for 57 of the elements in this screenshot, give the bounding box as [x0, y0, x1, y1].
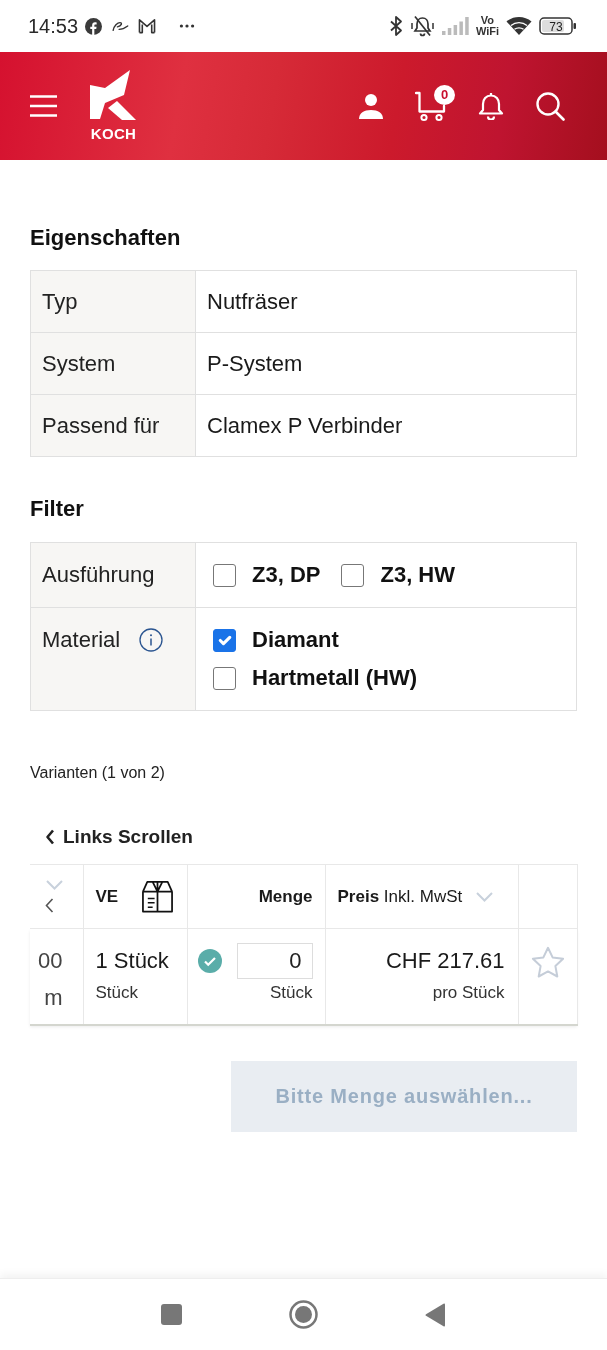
option-label[interactable]: Z3, DP: [252, 562, 321, 588]
star-icon[interactable]: [530, 946, 565, 980]
status-time: 14:53: [28, 14, 79, 39]
bell-icon[interactable]: [478, 92, 504, 120]
price-text: CHF 217.61: [384, 948, 505, 974]
info-icon[interactable]: [139, 628, 164, 652]
filter-label: Material: [42, 627, 121, 653]
property-value: P-System: [195, 332, 577, 395]
logo-text[interactable]: KOCH: [90, 126, 137, 142]
unit-note: Stück: [95, 983, 140, 1003]
user-icon[interactable]: [359, 93, 383, 119]
cart-count-badge: 0: [434, 84, 455, 105]
battery-indicator: 73: [539, 17, 577, 35]
section-title: Filter: [30, 496, 85, 522]
unit-text: 1 Stück: [95, 948, 170, 974]
home-circle-icon[interactable]: [289, 1300, 318, 1329]
property-label: Passend für: [30, 394, 196, 457]
variants-count: Varianten (1 von 2): [30, 763, 166, 783]
property-label: System: [30, 332, 196, 395]
box-icon: [139, 880, 175, 913]
option-label[interactable]: Diamant: [252, 627, 339, 653]
cart-icon[interactable]: [415, 90, 446, 122]
checkbox[interactable]: [341, 563, 365, 587]
property-value: Nutfräser: [195, 270, 577, 333]
table-cell-text: 00: [38, 948, 63, 974]
facebook-icon: [85, 17, 103, 35]
checkbox[interactable]: [213, 563, 236, 587]
section-title: Eigenschaften: [30, 225, 182, 251]
scroll-left-button[interactable]: Links Scrollen: [45, 826, 193, 848]
option-label[interactable]: Hartmetall (HW): [252, 665, 417, 691]
mail-icon: [138, 18, 157, 34]
menu-icon[interactable]: [30, 95, 57, 117]
checkbox[interactable]: [213, 666, 236, 690]
checkbox[interactable]: [213, 628, 236, 652]
option-label[interactable]: Z3, HW: [380, 562, 456, 588]
signal-icon: [441, 17, 469, 35]
table-cell-text: m: [44, 985, 63, 1011]
chevron-left-icon: [45, 829, 55, 845]
quantity-unit: Stück: [268, 983, 313, 1003]
network-label: WiFi: [475, 26, 499, 37]
swoosh-icon: [111, 20, 130, 32]
quantity-field[interactable]: 0: [236, 943, 313, 979]
bluetooth-icon: [388, 15, 403, 37]
back-triangle-icon[interactable]: [425, 1302, 446, 1327]
price-note: pro Stück: [431, 983, 505, 1003]
logo-icon[interactable]: [90, 70, 137, 120]
column-header: Menge: [258, 886, 313, 906]
search-icon[interactable]: [536, 91, 565, 121]
chevron-left-icon[interactable]: [44, 898, 54, 913]
property-label: Typ: [30, 270, 196, 333]
more-icon: [178, 24, 197, 28]
network-label: Vo: [480, 15, 495, 26]
filter-label: Ausführung: [42, 562, 155, 588]
muted-bell-icon: [409, 15, 435, 37]
wifi-icon: [506, 16, 532, 36]
property-value: Clamex P Verbinder: [195, 394, 577, 457]
column-header: VE: [95, 885, 119, 908]
